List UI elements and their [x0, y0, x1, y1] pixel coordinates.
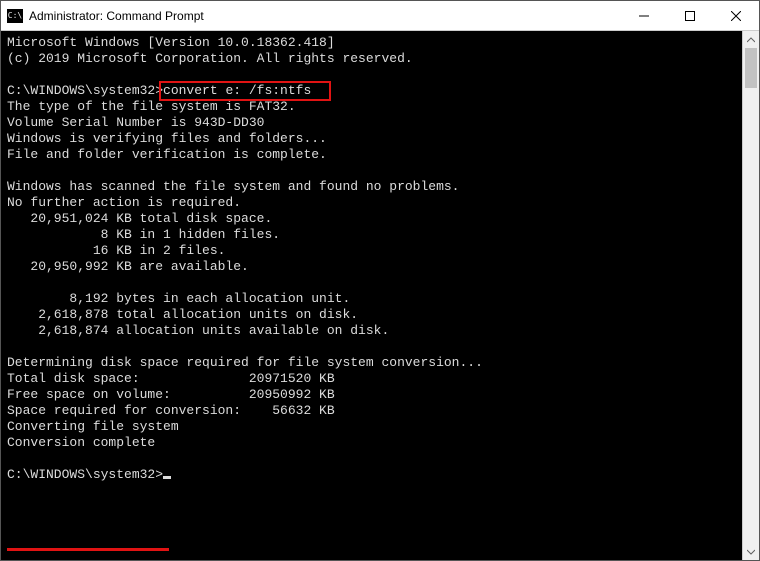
entered-command: convert e: /fs:ntfs — [163, 83, 311, 98]
scroll-down-button[interactable] — [743, 543, 759, 560]
terminal-line: Windows is verifying files and folders..… — [7, 131, 736, 147]
terminal-output[interactable]: Microsoft Windows [Version 10.0.18362.41… — [1, 31, 742, 560]
maximize-icon — [685, 11, 695, 21]
terminal-line — [7, 339, 736, 355]
terminal-line: Free space on volume: 20950992 KB — [7, 387, 736, 403]
terminal-line: 2,618,874 allocation units available on … — [7, 323, 736, 339]
terminal-line: File and folder verification is complete… — [7, 147, 736, 163]
cmd-icon: C:\ — [7, 9, 23, 23]
terminal-line: The type of the file system is FAT32. — [7, 99, 736, 115]
terminal-line: Microsoft Windows [Version 10.0.18362.41… — [7, 35, 736, 51]
maximize-button[interactable] — [667, 1, 713, 30]
scrollbar-thumb[interactable] — [745, 48, 757, 88]
terminal-line — [7, 275, 736, 291]
terminal-line: No further action is required. — [7, 195, 736, 211]
window-title: Administrator: Command Prompt — [29, 9, 204, 23]
terminal-line: Total disk space: 20971520 KB — [7, 371, 736, 387]
terminal-line: (c) 2019 Microsoft Corporation. All righ… — [7, 51, 736, 67]
minimize-button[interactable] — [621, 1, 667, 30]
terminal-line: Windows has scanned the file system and … — [7, 179, 736, 195]
terminal-line — [7, 451, 736, 467]
terminal-line: 8 KB in 1 hidden files. — [7, 227, 736, 243]
chevron-up-icon — [747, 36, 755, 44]
terminal-line: 2,618,878 total allocation units on disk… — [7, 307, 736, 323]
terminal-line — [7, 67, 736, 83]
terminal-line: Conversion complete — [7, 435, 736, 451]
scroll-up-button[interactable] — [743, 31, 759, 48]
terminal-line: Determining disk space required for file… — [7, 355, 736, 371]
scrollbar-track[interactable] — [743, 48, 759, 543]
terminal-line: 20,951,024 KB total disk space. — [7, 211, 736, 227]
terminal-line: 16 KB in 2 files. — [7, 243, 736, 259]
close-button[interactable] — [713, 1, 759, 30]
terminal-line — [7, 163, 736, 179]
terminal-line: C:\WINDOWS\system32>convert e: /fs:ntfs — [7, 83, 736, 99]
close-icon — [731, 11, 741, 21]
terminal-line: C:\WINDOWS\system32> — [7, 467, 736, 483]
title-left: C:\ Administrator: Command Prompt — [1, 9, 621, 23]
command-prompt-window: C:\ Administrator: Command Prompt Micros… — [0, 0, 760, 561]
terminal-line: Volume Serial Number is 943D-DD30 — [7, 115, 736, 131]
terminal-line: Space required for conversion: 56632 KB — [7, 403, 736, 419]
client-area: Microsoft Windows [Version 10.0.18362.41… — [1, 31, 759, 560]
titlebar[interactable]: C:\ Administrator: Command Prompt — [1, 1, 759, 31]
minimize-icon — [639, 11, 649, 21]
vertical-scrollbar[interactable] — [742, 31, 759, 560]
text-cursor — [163, 476, 171, 479]
prompt: C:\WINDOWS\system32> — [7, 83, 163, 98]
terminal-line: 8,192 bytes in each allocation unit. — [7, 291, 736, 307]
terminal-line: Converting file system — [7, 419, 736, 435]
chevron-down-icon — [747, 548, 755, 556]
terminal-line: 20,950,992 KB are available. — [7, 259, 736, 275]
prompt: C:\WINDOWS\system32> — [7, 467, 163, 482]
window-controls — [621, 1, 759, 30]
